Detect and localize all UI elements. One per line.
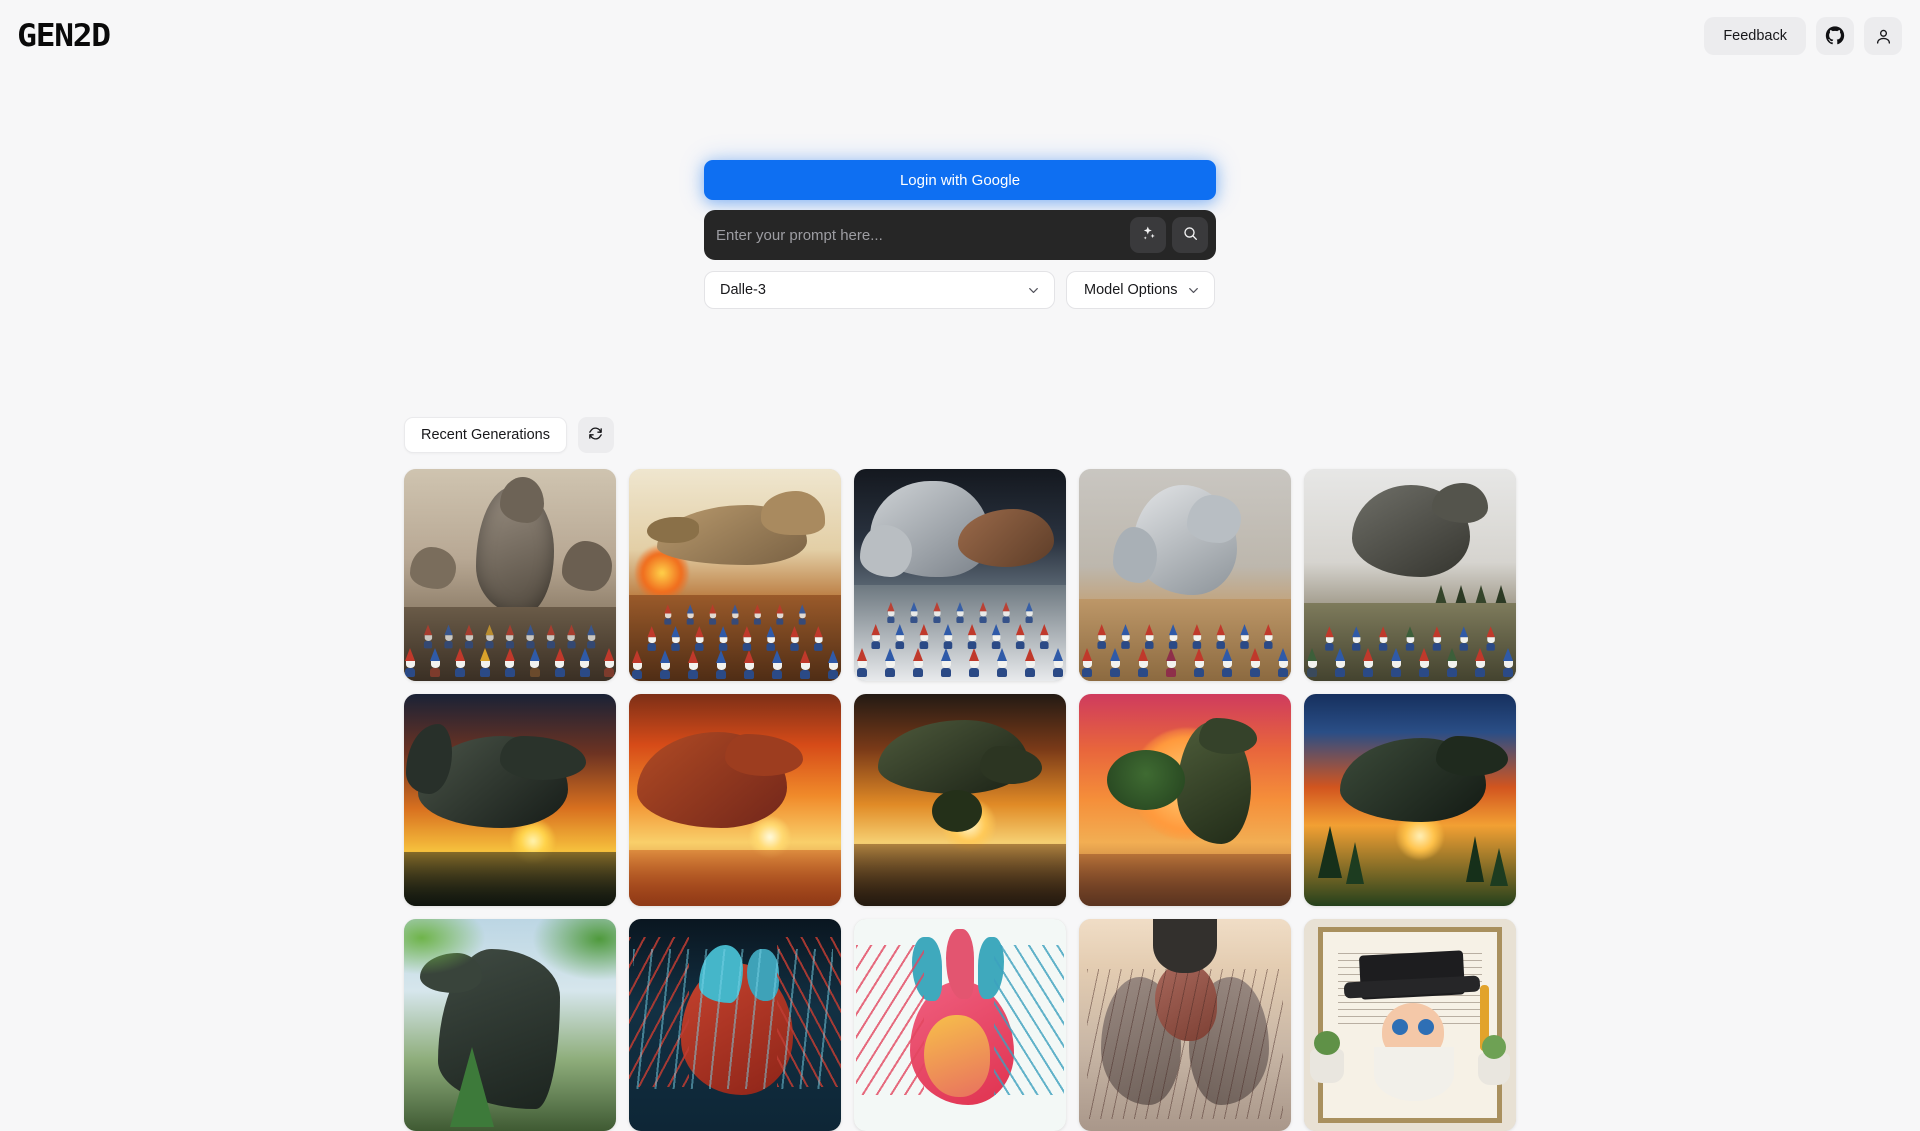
sparkles-icon	[1140, 225, 1157, 245]
generation-card[interactable]	[629, 919, 841, 1131]
prompt-bar	[704, 210, 1216, 260]
app-logo[interactable]: GEN2D	[14, 20, 111, 52]
model-options-button[interactable]: Model Options	[1066, 271, 1215, 309]
generated-image	[1079, 469, 1291, 681]
generation-card[interactable]	[404, 694, 616, 906]
app-header: GEN2D Feedback	[0, 0, 1920, 72]
generated-image	[404, 919, 616, 1131]
generated-image	[854, 919, 1066, 1131]
model-options-label: Model Options	[1084, 282, 1178, 298]
generation-card[interactable]	[1304, 919, 1516, 1131]
github-icon	[1825, 26, 1845, 46]
generate-search-button[interactable]	[1172, 217, 1208, 253]
tab-recent-generations[interactable]: Recent Generations	[404, 417, 567, 453]
generation-card[interactable]	[1079, 919, 1291, 1131]
generated-image	[404, 469, 616, 681]
generation-card[interactable]	[404, 469, 616, 681]
gallery-toolbar: Recent Generations	[404, 417, 1516, 453]
generated-image	[629, 469, 841, 681]
generated-image	[1304, 469, 1516, 681]
generated-image	[854, 469, 1066, 681]
refresh-icon	[587, 425, 604, 445]
prompt-panel: Login with Google Dalle-3	[704, 160, 1216, 309]
generated-image	[1304, 919, 1516, 1131]
model-select[interactable]: Dalle-3	[704, 271, 1055, 309]
generation-card[interactable]	[1304, 469, 1516, 681]
generated-image	[1079, 694, 1291, 906]
generation-card[interactable]	[629, 469, 841, 681]
generation-card[interactable]	[1079, 694, 1291, 906]
generation-card[interactable]	[404, 919, 616, 1131]
enhance-prompt-button[interactable]	[1130, 217, 1166, 253]
generation-card[interactable]	[1304, 694, 1516, 906]
gallery-section: Recent Generations	[404, 417, 1516, 1131]
prompt-input[interactable]	[716, 218, 1124, 252]
github-button[interactable]	[1816, 17, 1854, 55]
chevron-down-icon	[1187, 284, 1200, 297]
model-controls-row: Dalle-3 Model Options	[704, 271, 1216, 309]
login-with-google-button[interactable]: Login with Google	[704, 160, 1216, 200]
generation-card[interactable]	[1079, 469, 1291, 681]
generation-card[interactable]	[854, 919, 1066, 1131]
account-button[interactable]	[1864, 17, 1902, 55]
generated-image	[629, 919, 841, 1131]
refresh-button[interactable]	[577, 417, 614, 453]
generated-image	[1304, 694, 1516, 906]
feedback-button[interactable]: Feedback	[1704, 17, 1806, 55]
generated-image	[629, 694, 841, 906]
generated-image	[1079, 919, 1291, 1131]
user-icon	[1874, 27, 1893, 46]
generated-image	[404, 694, 616, 906]
model-select-value: Dalle-3	[720, 282, 766, 298]
generated-image	[854, 694, 1066, 906]
search-icon	[1182, 225, 1199, 245]
generation-card[interactable]	[854, 469, 1066, 681]
generation-card[interactable]	[629, 694, 841, 906]
chevron-down-icon	[1027, 284, 1040, 297]
generation-card[interactable]	[854, 694, 1066, 906]
image-grid	[404, 469, 1516, 1131]
header-actions: Feedback	[1704, 17, 1902, 55]
